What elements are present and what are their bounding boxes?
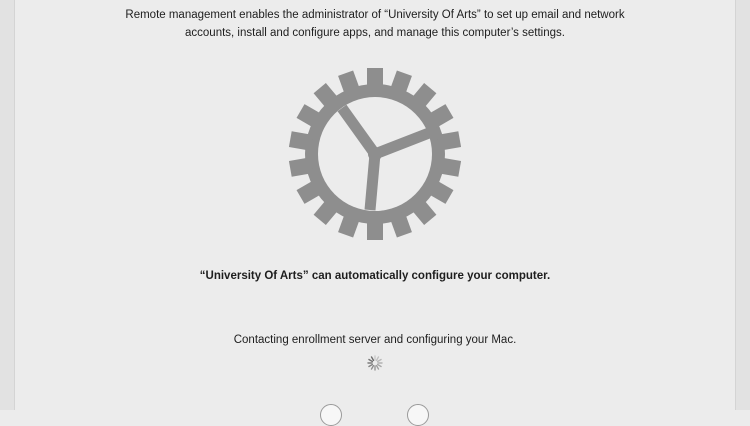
spinner-tick — [375, 364, 380, 370]
spinner-tick — [376, 358, 382, 363]
spinner-tick — [376, 363, 382, 368]
gear-tooth — [367, 218, 383, 240]
spinner-tick — [368, 358, 374, 363]
window-edge-right — [735, 0, 750, 410]
gear-icon — [289, 68, 461, 240]
configuration-headline: “University Of Arts” can automatically c… — [199, 270, 551, 282]
spinner-icon — [367, 355, 383, 371]
intro-line-1: Remote management enables the administra… — [125, 9, 625, 21]
remote-management-window: Remote management enables the administra… — [0, 0, 750, 426]
intro-text: Remote management enables the administra… — [60, 6, 690, 42]
back-button[interactable] — [320, 404, 342, 426]
spinner-tick — [375, 356, 380, 362]
spinner-tick — [368, 363, 374, 368]
window-edge-left — [0, 0, 15, 410]
spinner-tick — [370, 356, 375, 362]
gear-tooth — [367, 68, 383, 90]
intro-line-2: accounts, install and configure apps, an… — [185, 27, 565, 39]
continue-button[interactable] — [407, 404, 429, 426]
spinner-tick — [370, 364, 375, 370]
status-text: Contacting enrollment server and configu… — [233, 334, 517, 346]
